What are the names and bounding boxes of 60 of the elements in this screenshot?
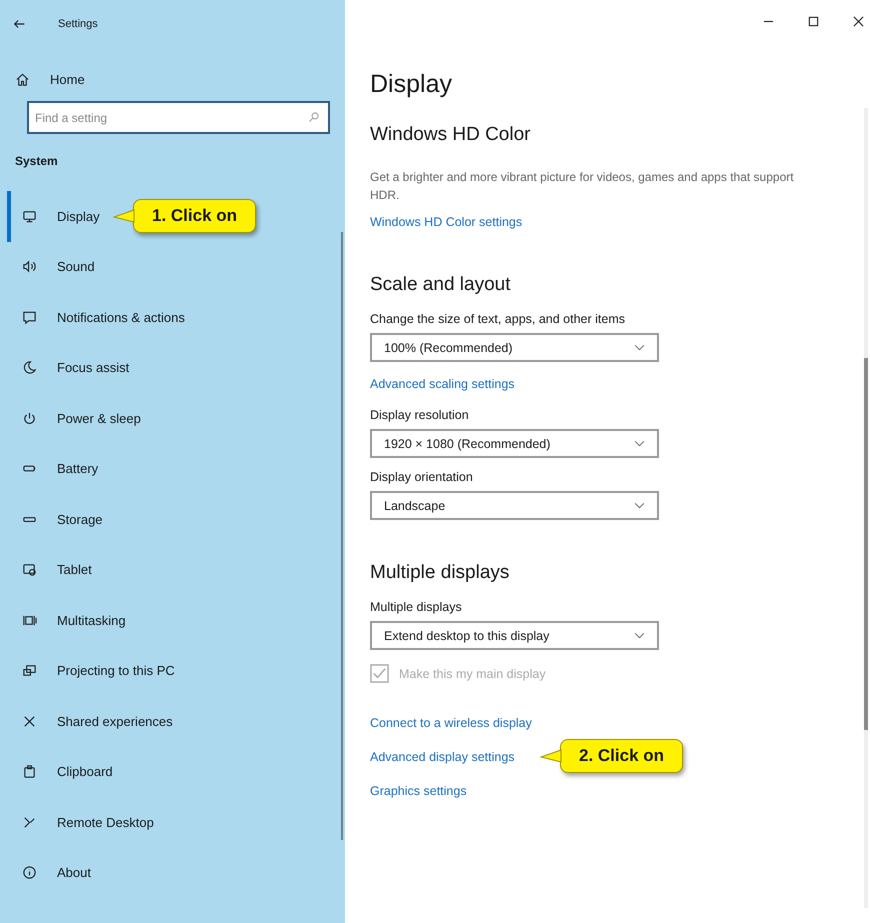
info-icon	[22, 865, 37, 880]
maximize-icon[interactable]	[808, 16, 819, 27]
close-icon[interactable]	[853, 16, 864, 27]
field-label: Change the size of text, apps, and other items	[370, 312, 626, 326]
chevron-icon	[634, 440, 645, 447]
description: Get a brighter and more vibrant picture for videos, games and apps that support HDR.	[370, 169, 795, 204]
callout: 1. Click on	[113, 199, 256, 233]
nav-item[interactable]: Battery	[7, 444, 106, 494]
search-field[interactable]: Find a setting	[27, 101, 330, 134]
link[interactable]: Connect to a wireless display	[370, 716, 532, 730]
monitor-icon	[22, 208, 37, 224]
field-label: Display orientation	[370, 470, 473, 484]
dropdown[interactable]: 100% (Recommended)	[370, 333, 659, 362]
page-title: Display	[370, 69, 453, 100]
nav-item[interactable]: Focus assist	[7, 342, 138, 393]
section-heading: Scale and layout	[370, 273, 510, 297]
chevron-icon	[634, 502, 645, 509]
link[interactable]: Advanced display settings	[370, 750, 515, 764]
link[interactable]: Windows HD Color settings	[370, 215, 522, 229]
tablet-icon	[22, 562, 37, 578]
nav-item[interactable]: Storage	[7, 494, 111, 544]
back-icon[interactable]	[12, 17, 26, 31]
home-link[interactable]: Home	[15, 72, 85, 87]
nav-item[interactable]: Notifications & actions	[7, 292, 193, 342]
section-heading: Multiple displays	[370, 561, 510, 585]
speaker-icon	[22, 259, 37, 274]
link[interactable]: Graphics settings	[370, 784, 467, 798]
moon-icon	[22, 360, 37, 376]
nav-item[interactable]: Sound	[7, 242, 103, 292]
message-icon	[22, 310, 37, 325]
section-heading: System	[15, 154, 58, 168]
nav-item[interactable]: Multitasking	[7, 595, 134, 646]
nav-item[interactable]: Display	[7, 191, 108, 242]
dropdown[interactable]: 1920 × 1080 (Recommended)	[370, 429, 659, 458]
screens-icon	[22, 663, 37, 678]
window-title: Settings	[58, 18, 98, 30]
power-icon	[22, 410, 37, 426]
pointer-icon	[113, 208, 135, 224]
dropdown[interactable]: Landscape	[370, 491, 659, 520]
nav-item[interactable]: Tablet	[7, 544, 100, 595]
clipboard-icon	[22, 764, 37, 780]
nav-item[interactable]: Power & sleep	[7, 393, 149, 444]
checkbox-label: Make this my main display	[399, 666, 546, 680]
nav-item[interactable]: Remote Desktop	[7, 797, 162, 848]
home-icon	[15, 72, 30, 87]
chevron-icon	[634, 632, 645, 639]
dropdown[interactable]: Extend desktop to this display	[370, 621, 659, 650]
section-heading: Windows HD Color	[370, 123, 530, 147]
field-label: Display resolution	[370, 408, 469, 422]
nav-item[interactable]: Clipboard	[7, 746, 121, 797]
field-label: Multiple displays	[370, 600, 462, 614]
link[interactable]: Advanced scaling settings	[370, 377, 515, 391]
nav-item[interactable]: Projecting to this PC	[7, 646, 183, 696]
nav-item[interactable]: About	[7, 848, 99, 898]
remote-icon	[22, 814, 37, 830]
search-icon	[308, 111, 320, 123]
callout: 2. Click on	[540, 739, 684, 773]
pointer-icon	[540, 748, 562, 764]
chevron-icon	[634, 344, 645, 351]
nav-item[interactable]: Shared experiences	[7, 696, 181, 746]
